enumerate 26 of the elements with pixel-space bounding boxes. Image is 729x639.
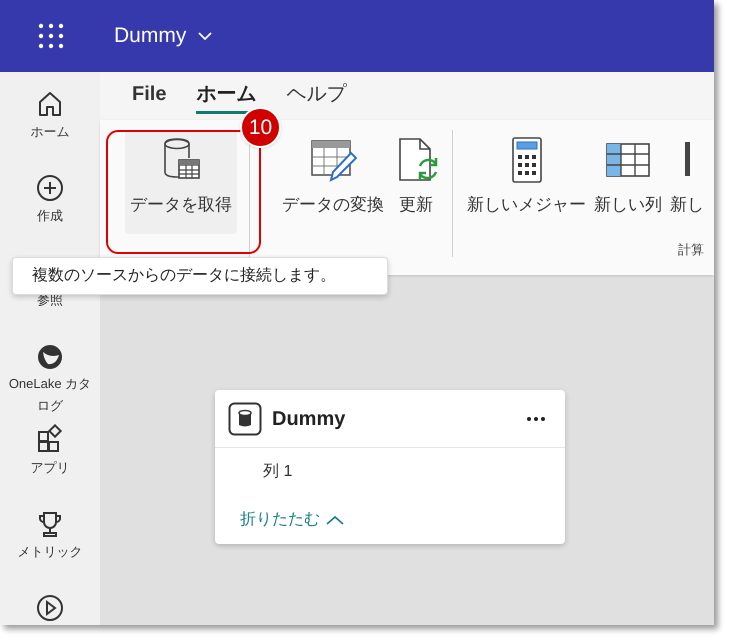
- nav-item[interactable]: ホーム: [8, 87, 92, 143]
- nav-item[interactable]: メトリック: [8, 507, 92, 563]
- tooltip: 複数のソースからのデータに接続します。: [12, 257, 388, 295]
- play-circle-icon: [34, 592, 66, 624]
- plus-circle-icon: [34, 172, 66, 204]
- ribbon-button[interactable]: 新しい列: [592, 130, 664, 234]
- group-label: 計算: [678, 241, 705, 259]
- chevron-up-icon: [326, 515, 344, 525]
- more-options-icon[interactable]: [526, 416, 546, 422]
- ribbon-tab[interactable]: ヘルプ: [286, 79, 346, 114]
- ribbon-tab[interactable]: File: [132, 79, 166, 114]
- chevron-down-icon: [198, 31, 212, 41]
- app-launcher-icon[interactable]: [38, 23, 64, 49]
- workspace-title[interactable]: Dummy: [114, 20, 212, 52]
- ribbon-button[interactable]: 新し: [668, 130, 706, 234]
- nav-item[interactable]: OneLake カタログ: [8, 339, 92, 417]
- ribbon-button[interactable]: データを取得: [125, 130, 237, 234]
- table-title: Dummy: [272, 406, 346, 432]
- nav-item[interactable]: 作成: [8, 171, 92, 227]
- database-icon: [228, 402, 262, 436]
- ribbon-button[interactable]: 更新: [390, 130, 442, 234]
- collapse-link[interactable]: 折りたたむ: [240, 508, 344, 532]
- ribbon-button[interactable]: データの変換: [280, 130, 386, 234]
- nav-item[interactable]: アプリ: [8, 423, 92, 479]
- ribbon-button[interactable]: 新しいメジャー: [465, 130, 588, 234]
- column-name[interactable]: 列 1: [215, 460, 292, 484]
